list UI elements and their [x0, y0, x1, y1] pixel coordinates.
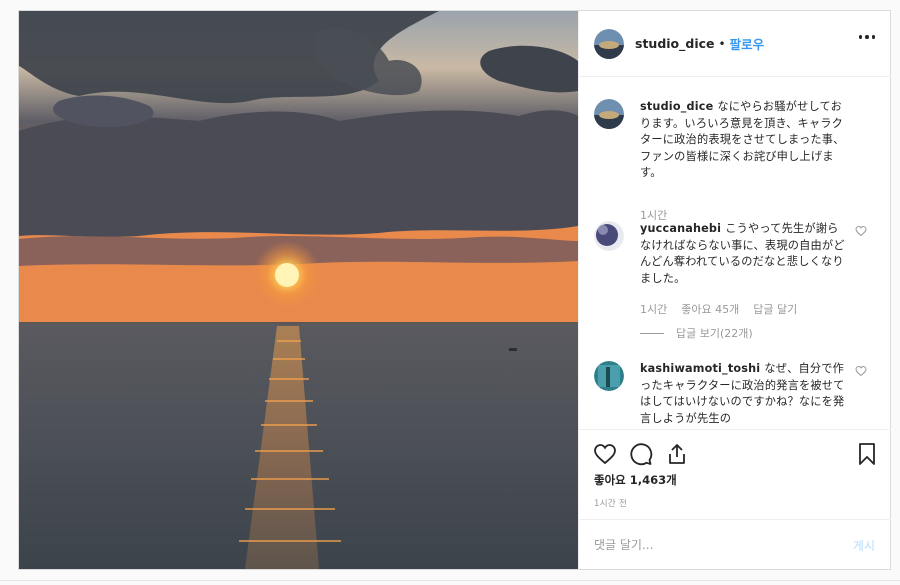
comment-heart-icon[interactable] [855, 365, 867, 377]
avatar[interactable] [594, 221, 624, 251]
post-timestamp[interactable]: 1시간 전 [594, 497, 627, 509]
separator-dot: • [718, 36, 726, 51]
avatar[interactable] [594, 361, 624, 391]
comment-likes[interactable]: 좋아요 45개 [681, 301, 739, 317]
follow-button[interactable]: 팔로우 [730, 34, 765, 53]
divider [0, 580, 900, 581]
view-replies-button[interactable]: 답글 보기(22개) [640, 325, 753, 341]
view-replies-label: 답글 보기(22개) [676, 327, 753, 340]
comment-username[interactable]: yuccanahebi [640, 222, 721, 235]
comment-username[interactable]: kashiwamoti_toshi [640, 362, 760, 375]
post-header: studio_dice • 팔로우 [579, 11, 891, 77]
post-photo[interactable] [19, 11, 578, 569]
action-bar [579, 429, 891, 469]
post-card: studio_dice • 팔로우 studio_dice なにやらお騒がせしてお… [18, 10, 891, 570]
sunset-sea-image [19, 11, 578, 569]
comment-meta: 1시간 좋아요 45개 답글 달기 [640, 301, 797, 317]
comment-time[interactable]: 1시간 [640, 301, 667, 317]
comment-text: kashiwamoti_toshi なぜ、自分で作ったキャラクターに政治的発言を被… [640, 361, 848, 427]
comment-icon[interactable] [629, 442, 653, 466]
avatar[interactable] [594, 28, 624, 59]
bookmark-icon[interactable] [855, 442, 879, 466]
post-comment-button[interactable]: 게시 [853, 537, 875, 554]
likes-count[interactable]: 좋아요 1,463개 [594, 472, 677, 488]
comment-heart-icon[interactable] [855, 225, 867, 237]
comment-text: studio_dice なにやらお騒がせしております。いろいろ意見を頂き、キャラク… [640, 99, 848, 182]
comment-text: yuccanahebi こうやって先生が謝らなければならない事に、表現の自由がどん… [640, 221, 848, 287]
comment-input[interactable] [594, 534, 814, 556]
more-options-icon[interactable] [858, 35, 875, 39]
avatar[interactable] [594, 99, 624, 129]
post-sidebar: studio_dice • 팔로우 studio_dice なにやらお騒がせしてお… [578, 11, 891, 569]
reply-button[interactable]: 답글 달기 [753, 301, 797, 317]
divider [640, 332, 664, 334]
post-author-username[interactable]: studio_dice [635, 36, 715, 51]
heart-icon[interactable] [593, 442, 617, 466]
add-comment-bar: 게시 [579, 519, 891, 569]
comments-list[interactable]: studio_dice なにやらお騒がせしております。いろいろ意見を頂き、キャラク… [579, 77, 891, 429]
comment-username[interactable]: studio_dice [640, 100, 713, 113]
share-icon[interactable] [665, 442, 689, 466]
